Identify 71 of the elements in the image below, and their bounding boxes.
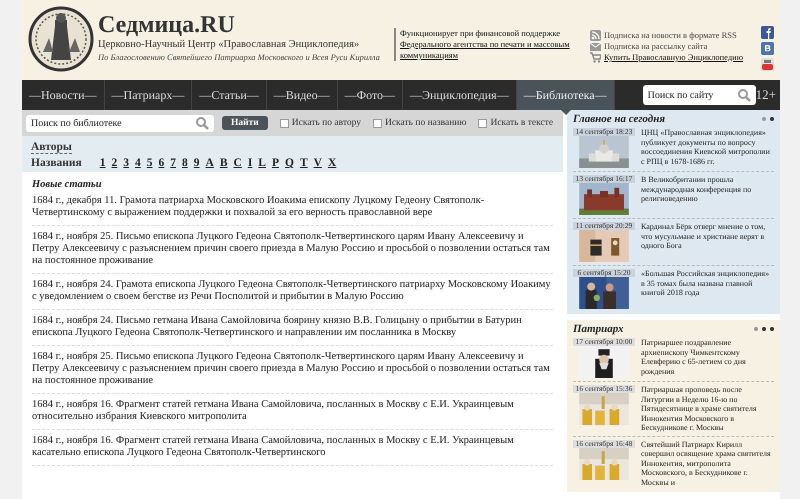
seal-logo-drawing[interactable]	[28, 6, 94, 72]
letter-link[interactable]: P	[272, 157, 279, 169]
article-link[interactable]: 1684 г., ноября 16. Фрагмент статей гетмана Ивана Самойловича, посланных в Москву с Е.И. Украинцевым относительно избрания Киевского митрополита	[32, 397, 553, 430]
article-link[interactable]: 1684 г., декабря 11. Грамота патриарха Московского Иоакима епископу Луцкому Гедеону Святополк-Четвертинскому с выражением поддержки и похвалой за его верность православной вере	[32, 193, 553, 226]
article-link[interactable]: 1684 г., ноября 16. Фрагмент статей гетмана Ивана Самойловича, посланных в Москву с Е.И. Украинцевым касательно епископа Луцкого Гедеона Святополк-Четвертинского	[32, 433, 553, 466]
checkbox-label[interactable]: Искать в тексте	[490, 118, 554, 128]
letter-link[interactable]: I	[248, 157, 252, 169]
article-link[interactable]: 1684 г., ноября 24. Грамота епископа Луцкого Гедеона Святополк-Четвертинского патриарху Московскому Иоакиму с уведомлением о своем бегстве из Речи Посполитой и прибытии в Малую Россию	[32, 277, 553, 310]
news-link[interactable]: В Великобритании прошла международная конференция по религиоведению	[641, 175, 774, 215]
letter-link[interactable]: 3	[123, 157, 130, 169]
section-title[interactable]: Главное на сегодня	[573, 113, 665, 125]
cart-icon[interactable]	[590, 52, 601, 63]
letter-link[interactable]: C	[234, 157, 242, 169]
age-rating: 12+	[756, 86, 777, 104]
site-subtitle: Церковно-Научный Центр «Православная Энциклопедия»	[98, 38, 360, 51]
article-link[interactable]: 1684 г., ноября 25. Письмо епископа Луцкого Гедеона Святополк-Четвертинского царям Ивану Алексеевичу и Петру Алексеевичу с разъяснением причин своего приезда в Малую Россию и просьбой о позволении остаться там на постоянное проживание	[32, 229, 553, 274]
site-search-field[interactable]: Поиск по сайту	[642, 85, 756, 105]
checkbox[interactable]	[280, 118, 289, 128]
search-icon[interactable]	[738, 89, 751, 102]
news-link[interactable]: «Большая Российская энциклопедия» в 35 томах была названа главной книгой 2018 года	[641, 269, 774, 309]
site-title[interactable]: Седмица.RU	[98, 12, 390, 38]
facebook-icon[interactable]	[761, 26, 774, 39]
library-search-field[interactable]: Поиск по библиотеке	[26, 114, 214, 132]
news-link[interactable]: Патриаршее поздравление архиепископу Чимкентскому Елевферию с 65-летием со дня рождения	[641, 338, 774, 378]
titles-label: Названия	[31, 157, 82, 169]
news-link[interactable]: Патриаршая проповедь после Литургии в Неделю 16-ю по Пятидесятнице в храме святителя Иннокентия Московского в Бескудникове г. Москвы	[641, 385, 774, 432]
letter-link[interactable]: X	[328, 157, 336, 169]
vk-icon[interactable]	[761, 42, 774, 55]
youtube-icon[interactable]	[761, 58, 774, 71]
letter-link[interactable]: B	[220, 157, 228, 169]
letter-link[interactable]: Q	[285, 157, 294, 169]
rss-icon[interactable]	[590, 30, 601, 41]
pager-dot[interactable]	[770, 117, 774, 121]
letter-link[interactable]: 9	[194, 157, 200, 169]
letter-link[interactable]: V	[314, 157, 322, 169]
envelope-icon[interactable]	[590, 41, 601, 52]
subscribe-link[interactable]: Подписка на рассылку сайта	[604, 41, 708, 52]
nav-tab[interactable]: —Библиотека—	[516, 80, 615, 110]
letter-link[interactable]: 4	[135, 157, 141, 169]
letter-link[interactable]: 1	[100, 157, 106, 169]
find-button[interactable]: Найти	[222, 116, 268, 130]
section-title[interactable]: Патриарх	[573, 323, 624, 335]
news-link[interactable]: Святейший Патриарх Кирилл совершил освящение храма святителя Иннокентия, митрополита Московского, в Бескудникове г. Москвы и	[641, 440, 774, 487]
news-link[interactable]: ЦНЦ «Православная энциклопедия» публикует документы по вопросу воссоединения Киевской митрополии с РПЦ в 1678-1686 гг.	[641, 128, 774, 168]
pager-dot[interactable]	[770, 327, 774, 331]
letter-link[interactable]: 2	[112, 157, 118, 169]
letter-link[interactable]: 6	[158, 157, 164, 169]
pager-dot[interactable]	[754, 327, 758, 331]
agency-link[interactable]: Федерального агентства по печати и массовым коммуникациям	[400, 39, 586, 61]
checkbox[interactable]	[372, 118, 382, 128]
pager-dot[interactable]	[762, 117, 766, 121]
letter-link[interactable]: 7	[170, 157, 176, 169]
checkbox-label[interactable]: Искать по автору	[292, 118, 361, 128]
checkbox[interactable]	[478, 118, 488, 128]
search-icon[interactable]	[196, 117, 209, 130]
letter-link[interactable]: L	[258, 157, 266, 169]
subscribe-link[interactable]: Подписка на новости в формате RSS	[604, 30, 737, 41]
checkbox-label[interactable]: Искать по названию	[384, 118, 466, 128]
blessing-text: По Благословению Святейшего Патриарха Московского и Всея Руси Кирилла	[98, 51, 381, 63]
letter-link[interactable]: 5	[146, 157, 153, 169]
letter-link[interactable]: 8	[182, 157, 188, 169]
pager-dot[interactable]	[762, 327, 766, 331]
support-text: Функционирует при финансовой поддержке	[400, 28, 562, 39]
section-heading: Новые статьи	[32, 179, 103, 190]
authors-link[interactable]: Авторы	[31, 141, 72, 154]
article-link[interactable]: 1684 г., ноября 25. Письмо епископа Луцкого Гедеона Святополк-Четвертинского царям Ивану Алексеевичу и Петру Алексеевичу с разъяснением причин своего приезда в Малую Россию и просьбой о позволении остаться там на постоянное проживание	[32, 349, 553, 394]
letter-link[interactable]: T	[300, 157, 308, 169]
article-link[interactable]: 1684 г., ноября 24. Письмо гетмана Ивана Самойловича боярину князю В.В. Голицыну о прибытии в Батурин епископа Луцкого Гедеона Святополк-Четвертинского и направлении им посланника в Москву	[32, 313, 553, 346]
news-link[interactable]: Кардинал Бёрк отверг мнение о том, что мусульмане и христиане верят в одного Бога	[641, 222, 774, 262]
buy-link[interactable]: Купить Православную Энциклопедию	[604, 52, 744, 63]
letter-link[interactable]: A	[206, 157, 214, 169]
